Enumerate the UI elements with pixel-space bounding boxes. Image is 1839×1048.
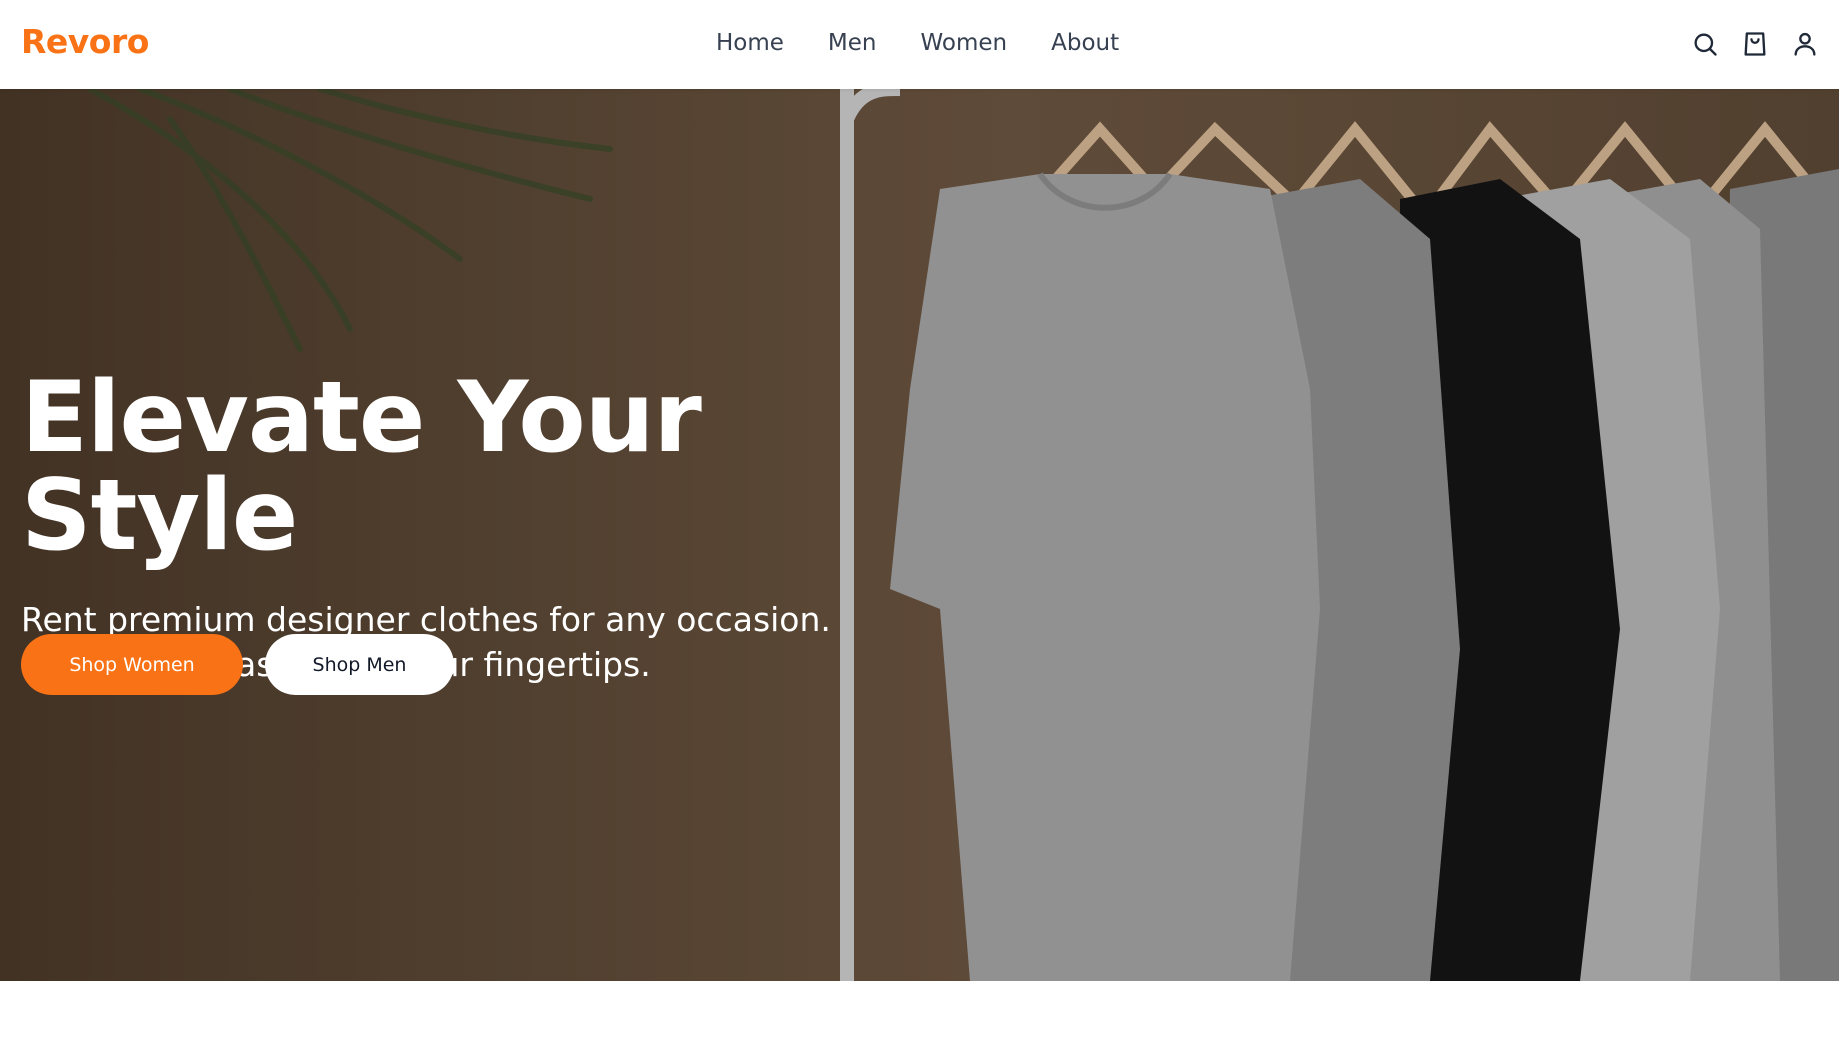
nav-about[interactable]: About	[1051, 30, 1119, 56]
brand-logo[interactable]: Revoro	[21, 22, 149, 61]
nav-women[interactable]: Women	[921, 30, 1008, 56]
hero-buttons: Shop Women Shop Men	[21, 634, 454, 695]
shop-women-button[interactable]: Shop Women	[21, 634, 243, 695]
search-icon[interactable]	[1691, 30, 1719, 58]
nav-home[interactable]: Home	[716, 30, 784, 56]
main-nav: Home Men Women About	[716, 30, 1119, 56]
header-icons	[1691, 30, 1819, 58]
nav-men[interactable]: Men	[828, 30, 877, 56]
hero-title: Elevate Your Style	[21, 361, 702, 573]
hero-banner: Elevate Your Style Rent premium designer…	[0, 89, 1839, 981]
user-icon[interactable]	[1791, 30, 1819, 58]
cart-icon[interactable]	[1741, 30, 1769, 58]
site-header: Revoro Home Men Women About	[0, 0, 1839, 89]
shop-men-button[interactable]: Shop Men	[265, 634, 454, 695]
